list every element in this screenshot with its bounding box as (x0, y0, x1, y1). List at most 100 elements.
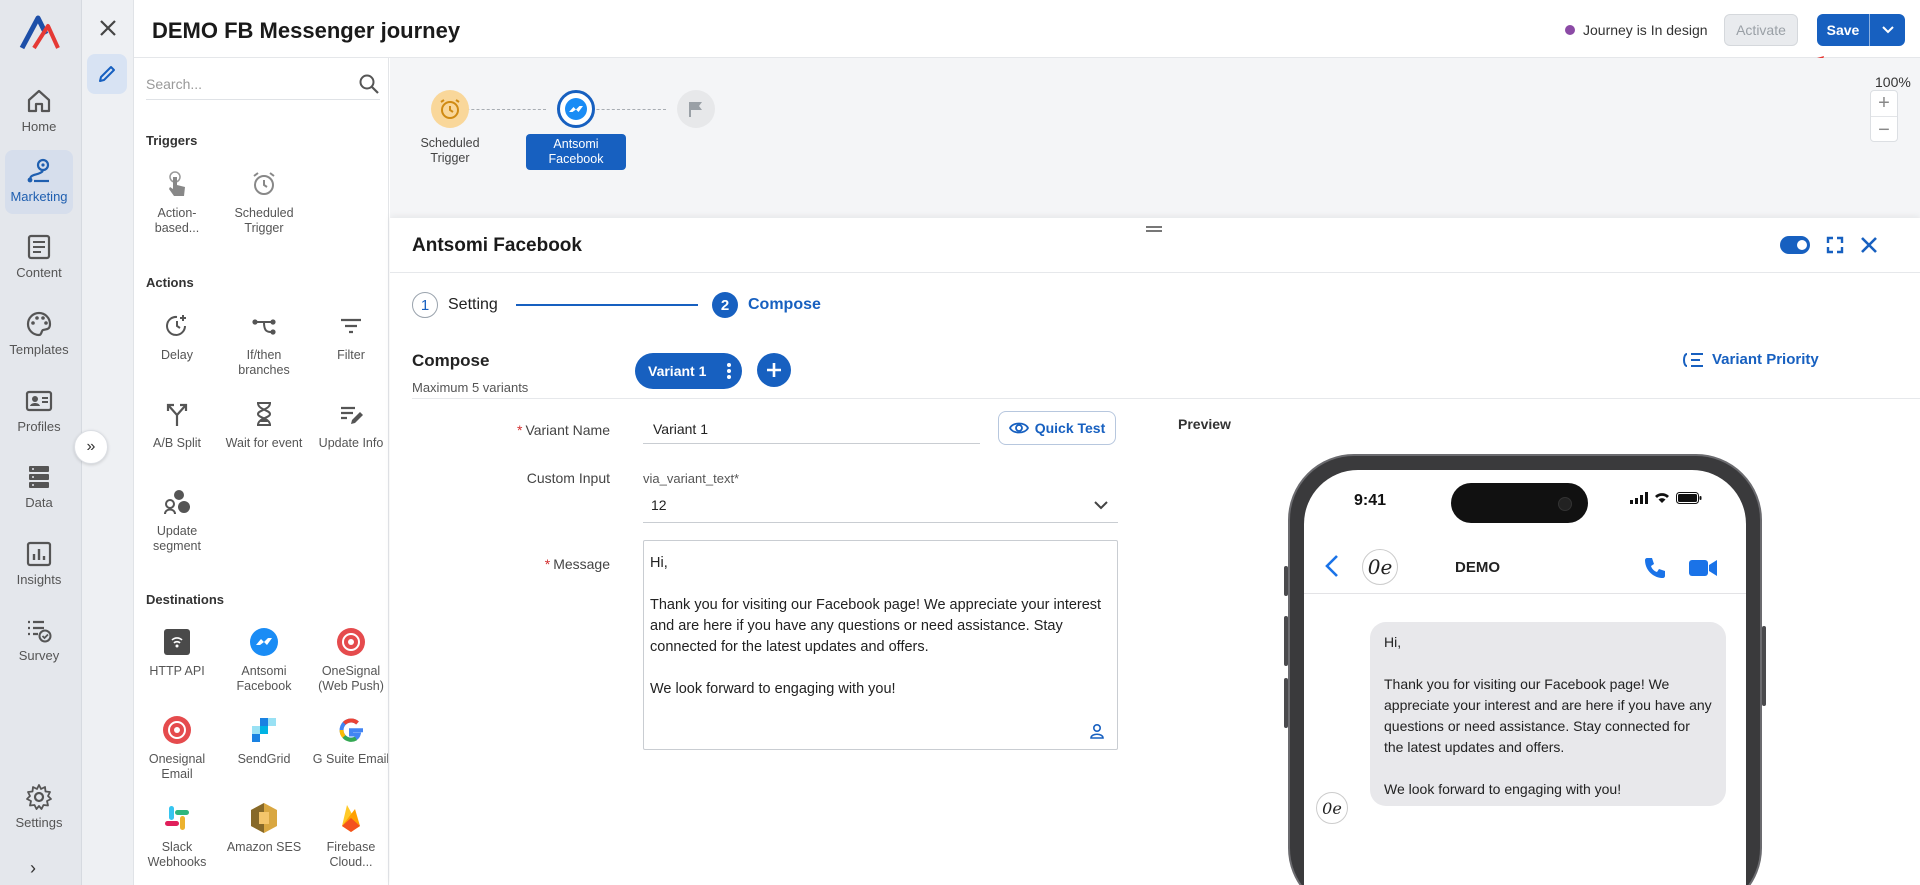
palette-item-label: Action-based... (154, 206, 200, 235)
variant-priority-button[interactable]: Variant Priority (1682, 351, 1819, 368)
save-label[interactable]: Save (1817, 22, 1869, 38)
split-icon (161, 398, 193, 430)
database-icon (29, 466, 49, 488)
palette-item-label: SendGrid (237, 752, 291, 766)
zoom-in-icon[interactable]: + (1871, 91, 1897, 117)
save-options-chevron-icon[interactable] (1870, 26, 1905, 34)
nav-item-profiles[interactable]: Profiles (5, 380, 73, 444)
phone-side-button (1284, 566, 1288, 596)
divider (390, 272, 1920, 273)
back-chevron-icon[interactable] (1324, 554, 1340, 578)
flow-node-end[interactable] (676, 90, 716, 128)
activate-button[interactable]: Activate (1724, 14, 1798, 46)
palette-item-ab-split[interactable]: A/B Split (137, 398, 217, 451)
journey-canvas[interactable]: Scheduled Trigger Antsomi Facebook 100% … (390, 58, 1920, 218)
nav-item-templates[interactable]: Templates (5, 303, 73, 367)
contact-avatar: 0e (1362, 549, 1398, 585)
custom-input-label: Custom Input (526, 470, 610, 486)
palette-item-scheduled-trigger[interactable]: Scheduled Trigger (224, 168, 304, 236)
palette-item-onesignal-email[interactable]: Onesignal Email (137, 714, 217, 782)
fullscreen-icon[interactable] (1826, 236, 1844, 254)
palette-item-update-segment[interactable]: Update segment (137, 486, 217, 554)
palette-search-input[interactable]: Search... (146, 70, 380, 100)
palette-item-update-info[interactable]: Update Info (311, 398, 388, 451)
panel-resize-handle[interactable] (1146, 226, 1162, 232)
phone-call-icon[interactable] (1642, 555, 1668, 581)
preview-label: Preview (1178, 416, 1231, 432)
message-label: * Message (544, 556, 610, 572)
video-call-icon[interactable] (1688, 557, 1718, 579)
status-dot (1565, 25, 1575, 35)
journey-title[interactable]: DEMO FB Messenger journey (152, 18, 460, 44)
palette-item-slack-webhooks[interactable]: Slack Webhooks (137, 802, 217, 870)
nav-item-survey[interactable]: Survey (5, 609, 73, 673)
nav-item-insights[interactable]: Insights (5, 533, 73, 597)
palette-item-filter[interactable]: Filter (311, 310, 388, 363)
marketing-icon (27, 158, 50, 183)
segment-icon (161, 486, 193, 518)
nav-item-content[interactable]: Content (5, 226, 73, 290)
message-body: Thank you for visiting our Facebook page… (650, 597, 1102, 655)
compose-title: Compose (412, 351, 490, 370)
palette-icon (26, 311, 52, 337)
flow-node-scheduled-trigger[interactable]: Scheduled Trigger (420, 90, 480, 166)
palette-item-if-then[interactable]: If/then branches (224, 310, 304, 378)
palette-item-onesignal-web-push[interactable]: OneSignal (Web Push) (311, 626, 388, 694)
quick-test-button[interactable]: Quick Test (998, 411, 1116, 445)
palette-item-label: OneSignal (Web Push) (318, 664, 384, 693)
nav-label: Data (25, 495, 53, 510)
message-greeting: Hi, (650, 555, 668, 571)
variant-tab[interactable]: Variant 1 (635, 353, 742, 389)
add-variant-button[interactable] (757, 353, 791, 387)
palette-item-label: Delay (161, 348, 193, 362)
palette-item-http-api[interactable]: HTTP API (137, 626, 217, 679)
expand-nav-chevron-icon[interactable]: › (30, 858, 36, 879)
step-setting[interactable]: 1 Setting (412, 292, 498, 318)
palette-item-delay[interactable]: Delay (137, 310, 217, 363)
save-button[interactable]: Save (1817, 14, 1905, 46)
nav-item-marketing[interactable]: Marketing (5, 150, 73, 214)
chevron-down-icon[interactable] (1094, 501, 1108, 510)
close-panel-icon[interactable] (1860, 236, 1878, 254)
palette-item-firebase-cloud[interactable]: Firebase Cloud... (311, 802, 388, 870)
palette-item-sendgrid[interactable]: SendGrid (224, 714, 304, 767)
custom-input-select[interactable]: 12 (643, 491, 1118, 523)
close-editor-icon[interactable] (96, 16, 120, 40)
quick-test-label: Quick Test (1034, 420, 1106, 436)
nav-item-home[interactable]: Home (5, 80, 73, 144)
flow-node-antsomi-facebook[interactable]: Antsomi Facebook (526, 90, 626, 170)
palette-item-label: Onesignal Email (148, 752, 206, 781)
more-vert-icon[interactable] (726, 361, 732, 381)
palette-item-amazon-ses[interactable]: Amazon SES (224, 802, 304, 855)
node-enable-toggle[interactable] (1780, 236, 1810, 254)
search-icon[interactable] (358, 73, 380, 95)
content-icon (27, 234, 51, 260)
nav-label: Marketing (10, 189, 68, 204)
palette-item-label: Antsomi Facebook (236, 664, 292, 693)
main-nav: Home Marketing Content Templates Profile… (0, 0, 82, 885)
palette-item-label: Update Info (318, 436, 384, 450)
gear-icon (26, 784, 52, 810)
message-textarea[interactable]: Hi, Thank you for visiting our Facebook … (643, 540, 1118, 750)
step-compose[interactable]: 2 Compose (712, 292, 821, 318)
survey-icon (28, 620, 52, 643)
section-title-triggers: Triggers (146, 133, 198, 148)
flag-icon (677, 90, 715, 128)
palette-item-action-based[interactable]: Action-based... (137, 168, 217, 236)
collapse-palette-icon[interactable]: » (74, 430, 108, 464)
search-placeholder: Search... (146, 76, 203, 92)
section-title-actions: Actions (146, 275, 194, 290)
antsomi-logo[interactable] (18, 14, 62, 54)
palette-item-gsuite-email[interactable]: G Suite Email (311, 714, 388, 767)
custom-input-value: 12 (651, 497, 667, 513)
zoom-out-icon[interactable]: − (1871, 117, 1897, 143)
edit-pencil-icon[interactable] (87, 54, 127, 94)
palette-item-antsomi-facebook[interactable]: Antsomi Facebook (224, 626, 304, 694)
nav-item-data[interactable]: Data (5, 456, 73, 520)
nav-label: Home (21, 119, 57, 134)
palette-item-label: Amazon SES (226, 840, 302, 854)
personalize-person-icon[interactable] (1089, 723, 1105, 739)
nav-item-settings[interactable]: Settings (5, 776, 73, 840)
variant-name-input[interactable]: Variant 1 (643, 414, 980, 444)
palette-item-wait-for-event[interactable]: Wait for event (224, 398, 304, 451)
